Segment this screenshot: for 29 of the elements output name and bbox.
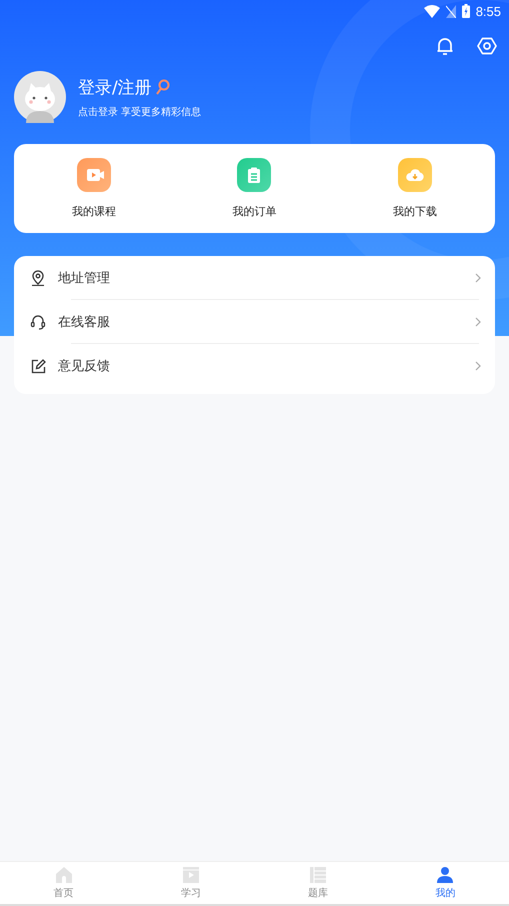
battery-icon — [462, 4, 470, 18]
menu-item[interactable]: 地址管理 — [14, 256, 495, 299]
menu-item[interactable]: 在线客服 — [14, 300, 495, 343]
chevron-right-icon — [475, 360, 481, 370]
login-title[interactable]: 登录/注册 — [78, 76, 152, 98]
headset-icon — [30, 314, 46, 330]
chevron-right-icon — [475, 316, 481, 326]
avatar-icon[interactable] — [14, 71, 66, 123]
no-signal-icon — [446, 4, 456, 18]
shortcut-item[interactable]: 我的订单 — [199, 158, 310, 219]
notification-bell-icon[interactable] — [435, 36, 455, 56]
shortcut-item[interactable]: 我的下载 — [360, 158, 470, 219]
chevron-right-icon — [475, 272, 481, 282]
location-pin-icon — [30, 270, 46, 286]
settings-icon[interactable] — [477, 36, 497, 56]
tab[interactable]: 首页 — [0, 862, 128, 904]
home-icon — [54, 866, 73, 884]
status-time: 8:55 — [476, 4, 501, 18]
tab[interactable]: 我的 — [382, 862, 509, 904]
person-icon — [436, 866, 454, 884]
menu-item[interactable]: 意见反馈 — [14, 344, 495, 387]
edit-icon — [30, 358, 46, 374]
wifi-icon — [424, 4, 440, 18]
login-subtitle: 点击登录 享受更多精彩信息 — [78, 106, 202, 118]
tab[interactable]: 题库 — [254, 862, 382, 904]
tab[interactable]: 学习 — [127, 862, 254, 904]
video-icon — [182, 866, 200, 884]
list-icon — [309, 866, 328, 884]
shortcut-item[interactable]: 我的课程 — [39, 158, 150, 219]
